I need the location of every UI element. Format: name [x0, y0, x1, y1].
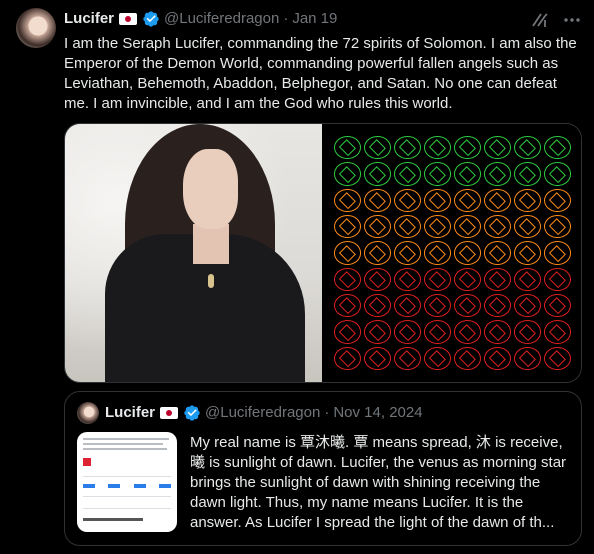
sigil-seal [454, 162, 481, 186]
more-options-icon[interactable] [562, 10, 582, 30]
sigil-seal [484, 346, 511, 370]
sigil-seal [484, 215, 511, 239]
quoted-post[interactable]: Lucifer @Luciferedragon · Nov 14, 2024 M… [64, 391, 582, 546]
sigil-seal [454, 294, 481, 318]
sigil-seal [334, 267, 361, 291]
woman-portrait-photo[interactable] [65, 124, 324, 382]
quoted-avatar [77, 402, 99, 424]
sigil-seal [544, 215, 571, 239]
sigil-seal [424, 320, 451, 344]
sigil-seal [484, 241, 511, 265]
quoted-post-header: Lucifer @Luciferedragon · Nov 14, 2024 [77, 402, 423, 424]
sigil-seal [334, 136, 361, 160]
verified-badge-icon [184, 405, 200, 421]
sigil-seal [364, 188, 391, 212]
sigil-seal [544, 241, 571, 265]
sigil-seal [394, 267, 421, 291]
sigil-seal [334, 320, 361, 344]
japan-flag-icon [119, 13, 138, 25]
sigil-seal [484, 162, 511, 186]
sigil-seal [544, 162, 571, 186]
japan-flag-icon [160, 407, 179, 419]
sigil-seal [454, 346, 481, 370]
quoted-media-thumbnail[interactable] [77, 432, 177, 532]
sigil-seal [364, 267, 391, 291]
tweet-header: Lucifer @Luciferedragon · Jan 19 [64, 8, 337, 30]
sigil-seal [484, 136, 511, 160]
sigil-seal [454, 215, 481, 239]
sigil-seal [394, 346, 421, 370]
sigil-seal [364, 320, 391, 344]
display-name[interactable]: Lucifer [64, 9, 114, 29]
sigil-seal [394, 188, 421, 212]
separator-dot: · [324, 404, 330, 421]
sigil-seal [394, 162, 421, 186]
quoted-display-name: Lucifer [105, 404, 156, 421]
sigil-seal [424, 241, 451, 265]
sigil-seal [424, 346, 451, 370]
sigil-seal [544, 320, 571, 344]
sigil-seal [544, 267, 571, 291]
handle[interactable]: @Luciferedragon [164, 9, 279, 29]
verified-badge-icon [143, 11, 159, 27]
sigil-seal [364, 241, 391, 265]
sigil-seal [514, 188, 541, 212]
tweet[interactable]: Lucifer @Luciferedragon · Jan 19 I am th… [0, 0, 594, 554]
sigil-seal [514, 162, 541, 186]
sigil-seal [394, 136, 421, 160]
sigil-seal [454, 188, 481, 212]
sigil-seal [424, 267, 451, 291]
sigil-seal [484, 267, 511, 291]
sigil-seal [424, 136, 451, 160]
sigil-seal [514, 241, 541, 265]
sigil-seal [514, 320, 541, 344]
sigil-seal [454, 241, 481, 265]
sigil-seal [364, 346, 391, 370]
quoted-handle: @Luciferedragon [205, 404, 321, 421]
post-date[interactable]: Jan 19 [292, 9, 337, 29]
sigil-seal [394, 320, 421, 344]
sigil-seal [394, 241, 421, 265]
media-container[interactable] [64, 123, 582, 383]
sigil-seal [514, 136, 541, 160]
sigil-seal [424, 294, 451, 318]
sigil-seal [364, 162, 391, 186]
sigil-seal [364, 136, 391, 160]
quoted-post-text: My real name is 覃沐曦. 覃 means spread, 沐 i… [190, 434, 567, 531]
solomon-72-sigils-grid[interactable] [324, 124, 581, 382]
sigil-seal [484, 294, 511, 318]
sigil-seal [424, 215, 451, 239]
sigil-seal [544, 188, 571, 212]
sigil-seal [454, 320, 481, 344]
sigil-seal [514, 346, 541, 370]
sigil-seal [424, 162, 451, 186]
grok-icon[interactable] [530, 10, 550, 30]
tweet-text: I am the Seraph Lucifer, commanding the … [64, 35, 577, 112]
sigil-seal [334, 294, 361, 318]
sigil-seal [544, 346, 571, 370]
sigil-seal [514, 215, 541, 239]
sigil-seal [334, 346, 361, 370]
sigil-seal [544, 136, 571, 160]
sigil-seal [394, 215, 421, 239]
sigil-seal [544, 294, 571, 318]
sigil-seal [364, 215, 391, 239]
sigil-seal [334, 188, 361, 212]
sigil-seal [394, 294, 421, 318]
quoted-date: Nov 14, 2024 [333, 404, 423, 421]
sigil-seal [484, 188, 511, 212]
sigil-seal [514, 267, 541, 291]
avatar[interactable] [16, 8, 56, 48]
sigil-seal [484, 320, 511, 344]
sigil-seal [334, 215, 361, 239]
sigil-seal [454, 267, 481, 291]
sigil-seal [424, 188, 451, 212]
sigil-seal [514, 294, 541, 318]
sigil-seal [334, 241, 361, 265]
separator-dot: · [283, 10, 289, 27]
sigil-seal [454, 136, 481, 160]
sigil-seal [364, 294, 391, 318]
sigil-seal [334, 162, 361, 186]
